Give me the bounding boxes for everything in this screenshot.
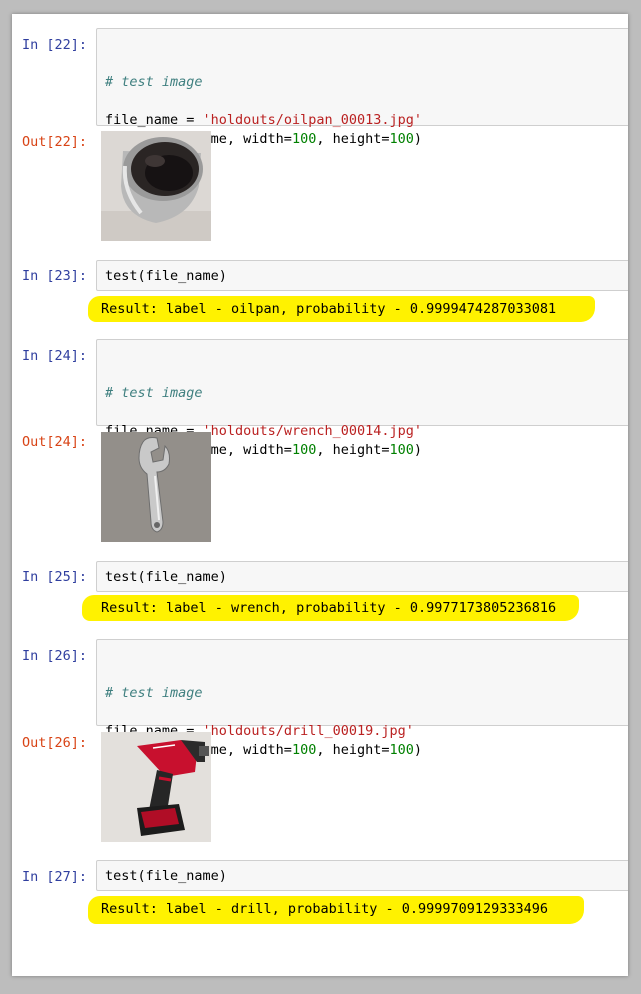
- out-prompt: Out[22]:: [22, 134, 88, 150]
- oilpan-image: [101, 131, 211, 241]
- in-prompt: In [24]:: [22, 348, 88, 364]
- in-prompt: In [27]:: [22, 869, 88, 885]
- out-prompt: Out[26]:: [22, 735, 88, 751]
- code-input-cell[interactable]: test(file_name): [96, 860, 628, 891]
- notebook-sheet: In [22]: # test image​file_name = 'holdo…: [12, 14, 628, 976]
- code-comment: # test image: [105, 685, 203, 701]
- code-line: test(file_name): [105, 868, 227, 884]
- code-input-cell[interactable]: test(file_name): [96, 561, 628, 592]
- code-line: test(file_name): [105, 268, 227, 284]
- code-comment: # test image: [105, 385, 203, 401]
- in-prompt: In [23]:: [22, 268, 88, 284]
- wrench-image: [101, 432, 211, 542]
- in-prompt: In [25]:: [22, 569, 88, 585]
- code-input-cell[interactable]: # test image​file_name = 'holdouts/drill…: [96, 639, 628, 758]
- result-output: Result: label - wrench, probability - 0.…: [101, 600, 557, 616]
- in-prompt: In [22]:: [22, 37, 88, 53]
- code-line: file_name = 'holdouts/oilpan_00013.jpg': [105, 112, 422, 128]
- code-input-cell[interactable]: # test image​file_name = 'holdouts/oilpa…: [96, 28, 628, 147]
- out-prompt: Out[24]:: [22, 434, 88, 450]
- in-prompt: In [26]:: [22, 648, 88, 664]
- code-comment: # test image: [105, 74, 203, 90]
- result-output: Result: label - oilpan, probability - 0.…: [101, 301, 557, 317]
- drill-image: [101, 732, 211, 842]
- code-input-cell[interactable]: test(file_name): [96, 260, 628, 291]
- code-line: test(file_name): [105, 569, 227, 585]
- result-output: Result: label - drill, probability - 0.9…: [101, 901, 549, 917]
- code-input-cell[interactable]: # test image​file_name = 'holdouts/wrenc…: [96, 339, 628, 458]
